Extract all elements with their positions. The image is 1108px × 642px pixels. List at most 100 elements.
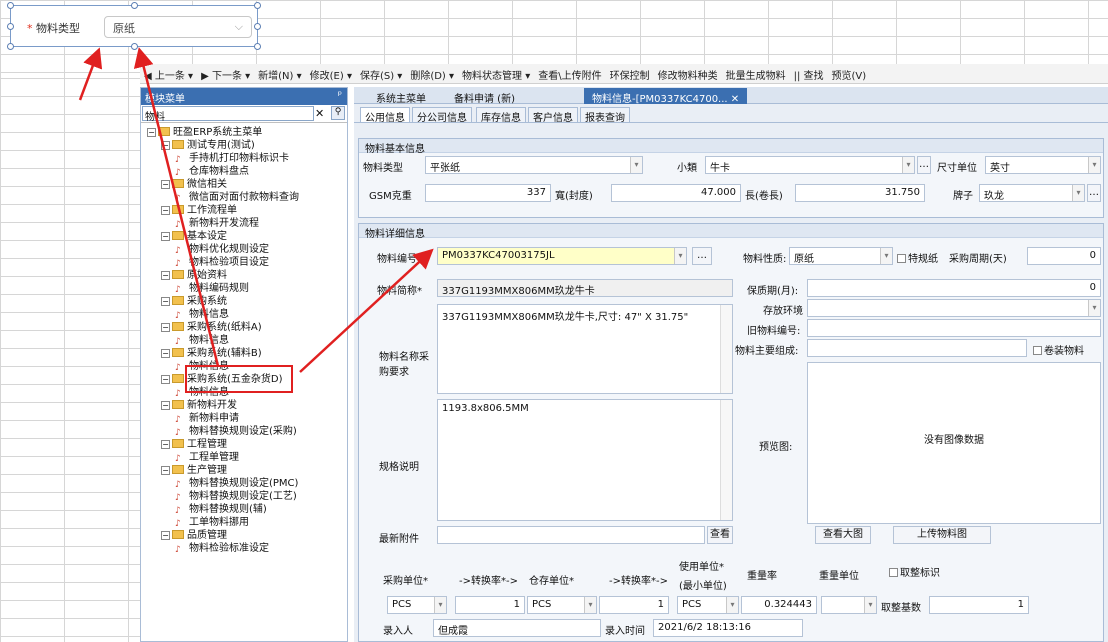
tree-item[interactable]: ♪ 手持机打印物料标识卡: [175, 152, 289, 165]
entered-by-field[interactable]: 但成霞: [433, 619, 601, 637]
brand-select[interactable]: 玖龙 ▾: [979, 184, 1085, 202]
clear-icon[interactable]: ✕: [315, 107, 324, 120]
cycle-field[interactable]: 0: [1027, 247, 1101, 265]
short-name-field[interactable]: 337G1193MMX806MM玖龙牛卡: [437, 279, 733, 297]
tree-item[interactable]: ♪ 微信面对面付款物料查询: [175, 191, 299, 204]
use-unit-select[interactable]: PCS ▾: [677, 596, 739, 614]
toolbar-button[interactable]: || 查找: [790, 64, 828, 83]
view-attach-button[interactable]: 查看: [707, 526, 733, 544]
shelf-field[interactable]: 0: [807, 279, 1101, 297]
tab-report-query[interactable]: 报表查询: [580, 107, 630, 124]
tree-item[interactable]: ♪ 物料检验项目设定: [175, 256, 269, 269]
collapse-icon[interactable]: −: [161, 180, 170, 189]
toolbar-button[interactable]: 环保控制: [606, 64, 654, 83]
weight-unit-select[interactable]: ▾: [821, 596, 877, 614]
tab-material-info[interactable]: 物料信息-[PM0337KC4700... ✕: [584, 88, 748, 105]
toolbar-button[interactable]: ▶ 下一条 ▾: [197, 64, 254, 83]
tree-item[interactable]: − 采购系统(辅料B): [161, 347, 262, 360]
search-input[interactable]: 物料: [142, 106, 314, 123]
view-large-button[interactable]: 查看大图: [815, 526, 871, 544]
collapse-icon[interactable]: −: [161, 466, 170, 475]
resize-handle[interactable]: [7, 23, 14, 30]
unit-select[interactable]: 英寸 ▾: [985, 156, 1101, 174]
toolbar-button[interactable]: 保存(S) ▾: [356, 64, 406, 83]
collapse-icon[interactable]: −: [161, 375, 170, 384]
collapse-icon[interactable]: −: [161, 401, 170, 410]
round-flag-checkbox[interactable]: 取整标识: [889, 564, 940, 579]
tree-item[interactable]: − 采购系统: [161, 295, 227, 308]
toolbar-button[interactable]: 物料状态管理 ▾: [458, 64, 534, 83]
tab-customer-info[interactable]: 客户信息: [528, 107, 578, 124]
tree-item[interactable]: − 基本设定: [161, 230, 227, 243]
tab-stock-info[interactable]: 库存信息: [476, 107, 526, 124]
collapse-icon[interactable]: −: [161, 271, 170, 280]
spec-textarea[interactable]: 1193.8x806.5MM: [437, 399, 733, 521]
collapse-icon[interactable]: −: [161, 531, 170, 540]
subclass-more-button[interactable]: …: [917, 156, 931, 174]
tree-item[interactable]: − 新物料开发: [161, 399, 237, 412]
collapse-icon[interactable]: −: [147, 128, 156, 137]
gsm-field[interactable]: 337: [425, 184, 551, 202]
nature-select[interactable]: 原纸 ▾: [789, 247, 893, 265]
code-more-button[interactable]: …: [692, 247, 712, 265]
tree-item[interactable]: − 生产管理: [161, 464, 227, 477]
conv1-field[interactable]: 1: [455, 596, 525, 614]
resize-handle[interactable]: [254, 2, 261, 9]
tab-material-request[interactable]: 备料申请 (新): [446, 88, 523, 105]
special-paper-checkbox[interactable]: 特规纸: [897, 250, 938, 265]
toolbar-button[interactable]: 修改物料种类: [654, 64, 722, 83]
tree-item[interactable]: − 原始资料: [161, 269, 227, 282]
round-base-field[interactable]: 1: [929, 596, 1029, 614]
resize-handle[interactable]: [254, 43, 261, 50]
tree-item[interactable]: − 微信相关: [161, 178, 227, 191]
tree-item[interactable]: − 品质管理: [161, 529, 227, 542]
tree-item[interactable]: − 工作流程单: [161, 204, 237, 217]
conv2-field[interactable]: 1: [599, 596, 669, 614]
tree-item[interactable]: − 采购系统(纸料A): [161, 321, 262, 334]
material-type-select[interactable]: 原纸 ⌵: [104, 16, 252, 38]
toolbar-button[interactable]: 预览(V): [828, 64, 871, 83]
tab-main-menu[interactable]: 系统主菜单: [368, 88, 434, 105]
entered-time-field[interactable]: 2021/6/2 18:13:16: [653, 619, 803, 637]
pin-icon[interactable]: ᵖ: [338, 90, 342, 101]
purchase-unit-select[interactable]: PCS ▾: [387, 596, 447, 614]
toolbar-button[interactable]: 查看\上传附件: [534, 64, 605, 83]
toolbar-button[interactable]: 批量生成物料: [722, 64, 790, 83]
resize-handle[interactable]: [131, 43, 138, 50]
tree-item[interactable]: ♪ 仓库物料盘点: [175, 165, 249, 178]
roll-material-checkbox[interactable]: 卷装物料: [1033, 342, 1084, 357]
tree-item[interactable]: ♪ 物料优化规则设定: [175, 243, 269, 256]
code-field[interactable]: PM0337KC47003175JL ▾: [437, 247, 687, 265]
width-field[interactable]: 47.000: [611, 184, 741, 202]
toolbar-button[interactable]: 删除(D) ▾: [406, 64, 458, 83]
old-code-field[interactable]: [807, 319, 1101, 337]
resize-handle[interactable]: [131, 2, 138, 9]
toolbar-button[interactable]: ◀ 上一条 ▾: [140, 64, 197, 83]
tree-item[interactable]: ♪ 物料编码规则: [175, 282, 249, 295]
toolbar-button[interactable]: 修改(E) ▾: [306, 64, 356, 83]
collapse-icon[interactable]: −: [161, 297, 170, 306]
tree-item[interactable]: ♪ 物料检验标准设定: [175, 542, 269, 555]
tree-item[interactable]: − 工程管理: [161, 438, 227, 451]
length-field[interactable]: 31.750: [795, 184, 925, 202]
collapse-icon[interactable]: −: [161, 141, 170, 150]
tree-item[interactable]: ♪ 新物料申请: [175, 412, 239, 425]
search-icon[interactable]: ⚲: [331, 106, 345, 120]
collapse-icon[interactable]: −: [161, 440, 170, 449]
composition-field[interactable]: [807, 339, 1027, 357]
tree-item[interactable]: ♪ 物料信息: [175, 334, 229, 347]
tree-item[interactable]: ♪ 工程单管理: [175, 451, 239, 464]
tree-item[interactable]: ♪ 工单物料挪用: [175, 516, 249, 529]
type-select[interactable]: 平张纸 ▾: [425, 156, 643, 174]
tree-item[interactable]: − 旺盈ERP系统主菜单: [147, 126, 262, 139]
weight-rate-field[interactable]: 0.324443: [741, 596, 817, 614]
env-select[interactable]: ▾: [807, 299, 1101, 317]
tree-item[interactable]: ♪ 新物料开发流程: [175, 217, 259, 230]
tree-item[interactable]: ♪ 物料替换规则设定(采购): [175, 425, 297, 438]
tree-item[interactable]: ♪ 物料替换规则设定(PMC): [175, 477, 298, 490]
collapse-icon[interactable]: −: [161, 349, 170, 358]
collapse-icon[interactable]: −: [161, 232, 170, 241]
resize-handle[interactable]: [7, 2, 14, 9]
attach-field[interactable]: [437, 526, 705, 544]
tree-item[interactable]: ♪ 物料信息: [175, 308, 229, 321]
